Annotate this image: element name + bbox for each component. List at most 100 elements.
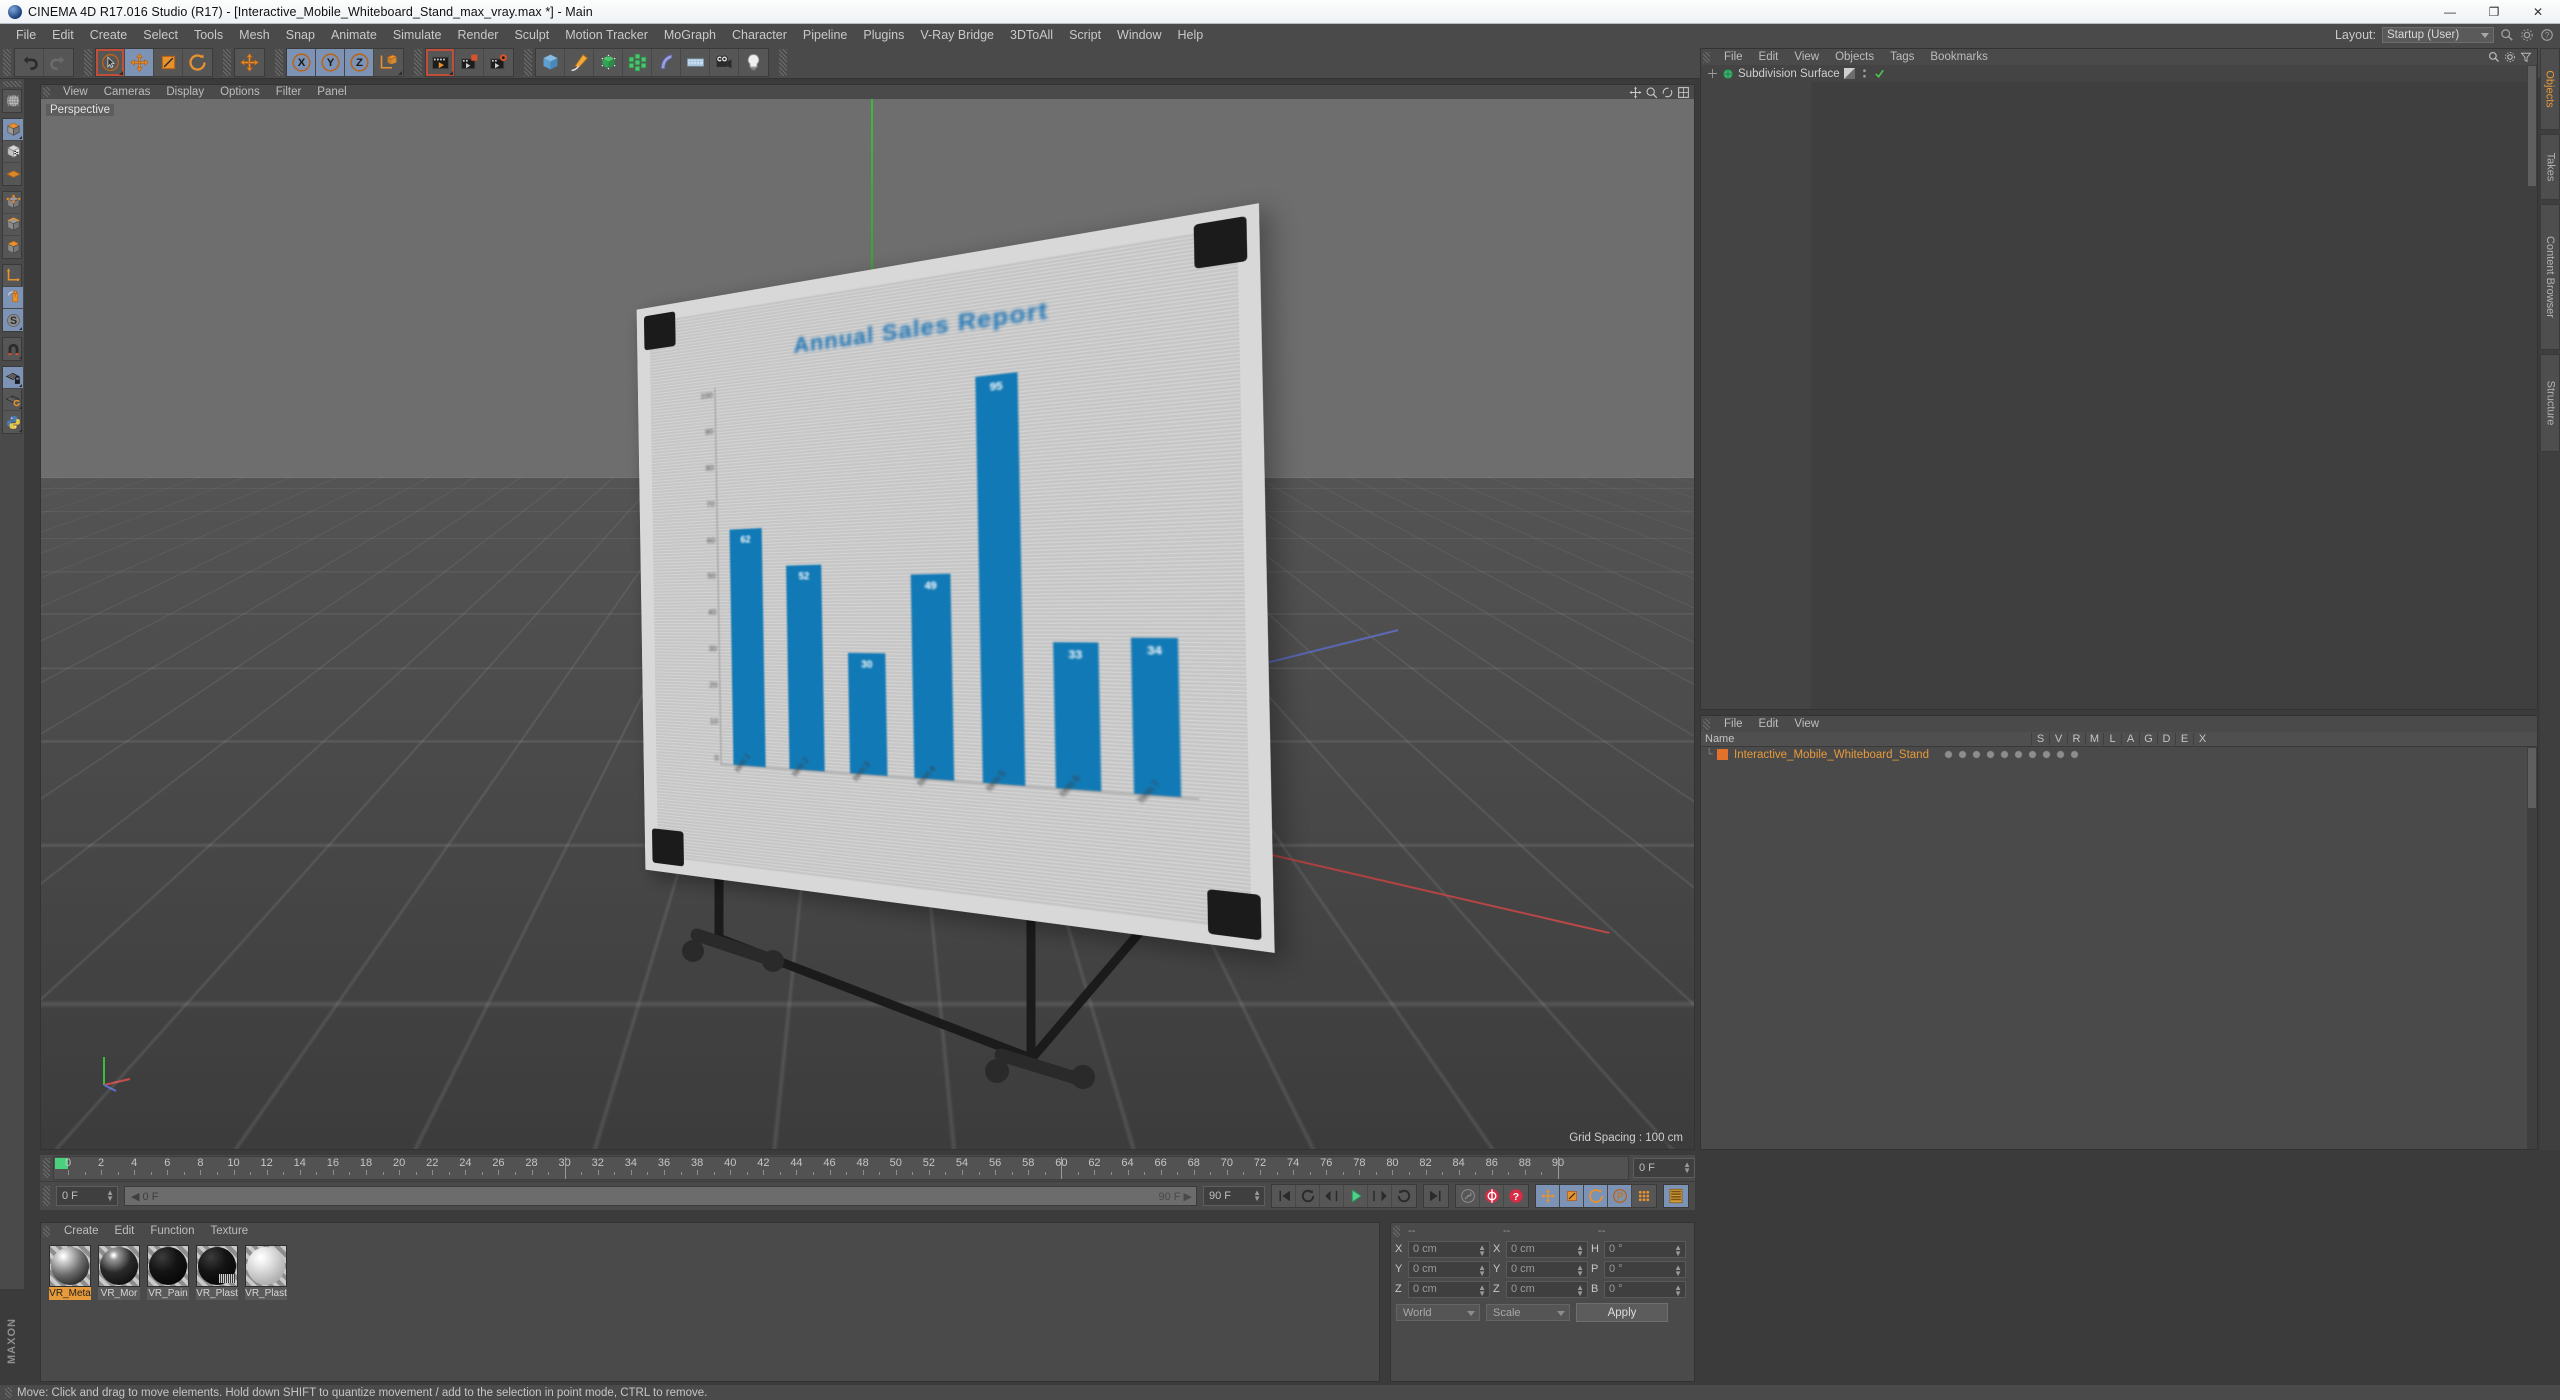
spinner-icon[interactable]: ▲ ▼	[1576, 1263, 1584, 1277]
object-menu-view[interactable]: View	[1786, 718, 1827, 730]
material-item[interactable]: VR_Mor	[98, 1245, 140, 1300]
attribute-menu-edit[interactable]: Edit	[1751, 51, 1787, 63]
camera-button[interactable]	[710, 48, 739, 76]
search-icon[interactable]	[2500, 28, 2514, 42]
attribute-menu-view[interactable]: View	[1786, 51, 1827, 63]
object-menu-file[interactable]: File	[1716, 718, 1751, 730]
spinner-icon[interactable]: ▲ ▼	[1576, 1283, 1584, 1297]
mode-toolbar-grip[interactable]	[3, 81, 21, 87]
spline-pen-button[interactable]	[565, 48, 594, 76]
menu-snap[interactable]: Snap	[278, 26, 323, 44]
toolbar-grip[interactable]	[414, 48, 422, 76]
side-tab-objects[interactable]: Objects	[2540, 48, 2560, 130]
array-button[interactable]	[623, 48, 652, 76]
menu-help[interactable]: Help	[1170, 26, 1212, 44]
viewport-menu-panel[interactable]: Panel	[309, 86, 354, 98]
play-reverse-button[interactable]	[1296, 1185, 1320, 1207]
render-tag-icon[interactable]	[1971, 749, 1982, 760]
menu-mesh[interactable]: Mesh	[231, 26, 278, 44]
menu-sculpt[interactable]: Sculpt	[506, 26, 557, 44]
apply-button[interactable]: Apply	[1576, 1303, 1668, 1322]
menu-v-ray-bridge[interactable]: V-Ray Bridge	[912, 26, 1002, 44]
x-axis-button[interactable]: X	[287, 48, 316, 76]
menu-window[interactable]: Window	[1109, 26, 1169, 44]
coordinate-rotation-input[interactable]: 0 ° ▲ ▼	[1604, 1240, 1686, 1258]
coordinate-size-input[interactable]: 0 cm ▲ ▼	[1506, 1280, 1588, 1298]
generator-button[interactable]	[594, 48, 623, 76]
timeline-grip[interactable]	[43, 1158, 50, 1178]
maximize-view-icon[interactable]	[1677, 86, 1690, 99]
object-axis-button[interactable]	[3, 265, 23, 287]
coordinate-system-dropdown[interactable]: World	[1396, 1304, 1480, 1321]
toolbar-grip[interactable]	[779, 48, 787, 76]
pan-view-icon[interactable]	[1629, 86, 1642, 99]
timeline-range-slider[interactable]: ◀ 0 F 90 F ▶	[124, 1186, 1197, 1206]
minimize-button[interactable]: —	[2428, 0, 2472, 24]
spinner-icon[interactable]: ▲ ▼	[1478, 1243, 1486, 1257]
world-coordinate-button[interactable]	[374, 49, 403, 76]
menu-script[interactable]: Script	[1061, 26, 1109, 44]
toolbar-grip[interactable]	[84, 48, 92, 76]
menu-3dtoall[interactable]: 3DToAll	[1002, 26, 1061, 44]
range-start-field[interactable]: 0 F ▲ ▼	[56, 1186, 118, 1206]
range-slider-left-handle[interactable]: ◀ 0 F	[131, 1190, 158, 1203]
viewport-menu-grip[interactable]	[43, 87, 50, 97]
spinner-icon[interactable]: ▲ ▼	[1478, 1283, 1486, 1297]
filter-icon[interactable]	[2520, 51, 2532, 63]
scale-key-button[interactable]	[1560, 1185, 1584, 1207]
rotate-view-icon[interactable]	[1661, 86, 1674, 99]
material-manager-grip[interactable]	[43, 1225, 50, 1237]
point-level-anim-button[interactable]	[1632, 1185, 1656, 1207]
coordinate-position-input[interactable]: 0 cm ▲ ▼	[1408, 1240, 1490, 1258]
python-button[interactable]	[3, 411, 23, 433]
material-menu-function[interactable]: Function	[142, 1225, 202, 1237]
timeline-button[interactable]	[1664, 1185, 1688, 1207]
deformer-button[interactable]	[652, 48, 681, 76]
gear-icon[interactable]	[2520, 28, 2534, 42]
display-tag-icon[interactable]	[1843, 68, 1855, 79]
menu-plugins[interactable]: Plugins	[855, 26, 912, 44]
om-column-e[interactable]: E	[2175, 733, 2193, 745]
prev-frame-button[interactable]	[1320, 1185, 1344, 1207]
check-icon[interactable]	[1874, 68, 1885, 79]
coordinate-size-input[interactable]: 0 cm ▲ ▼	[1506, 1260, 1588, 1278]
om-column-name[interactable]: Name	[1701, 733, 2031, 745]
material-item[interactable]: VR_Plast	[196, 1245, 238, 1300]
current-frame-field[interactable]: 0 F ▲ ▼	[1633, 1158, 1695, 1178]
compositing-tag-icon[interactable]	[2027, 749, 2038, 760]
menu-pipeline[interactable]: Pipeline	[795, 26, 855, 44]
menu-edit[interactable]: Edit	[44, 26, 82, 44]
move-button[interactable]	[125, 48, 154, 76]
om-column-l[interactable]: L	[2103, 733, 2121, 745]
om-column-a[interactable]: A	[2121, 733, 2139, 745]
rotation-key-button[interactable]	[1584, 1185, 1608, 1207]
whiteboard-panel[interactable]: Annual Sales Report 100 90 80 70 60 50 40 30 20 1…	[636, 203, 1275, 953]
menu-file[interactable]: File	[8, 26, 44, 44]
attribute-manager-grip[interactable]	[1703, 51, 1710, 63]
coordinate-position-input[interactable]: 0 cm ▲ ▼	[1408, 1260, 1490, 1278]
workplane-rotate-button[interactable]	[3, 389, 23, 411]
selection-lock-button[interactable]: S	[3, 309, 23, 331]
coordinate-position-input[interactable]: 0 cm ▲ ▼	[1408, 1280, 1490, 1298]
material-thumbnail[interactable]	[196, 1245, 238, 1287]
om-column-m[interactable]: M	[2085, 733, 2103, 745]
object-menu-edit[interactable]: Edit	[1751, 718, 1787, 730]
viewport-solo-button[interactable]	[3, 287, 23, 309]
menu-character[interactable]: Character	[724, 26, 795, 44]
light-button[interactable]	[739, 49, 768, 76]
menu-simulate[interactable]: Simulate	[385, 26, 450, 44]
attribute-menu-bookmarks[interactable]: Bookmarks	[1922, 51, 1996, 63]
key-selection-button[interactable]: ?	[1504, 1185, 1528, 1207]
live-selection-button[interactable]	[96, 48, 125, 76]
spinner-icon[interactable]: ▲ ▼	[1674, 1243, 1682, 1257]
unlock-tag-icon[interactable]	[1999, 749, 2010, 760]
connect-tag-icon[interactable]	[1985, 749, 1996, 760]
timeline-ruler[interactable]: 0246810121416182022242628303234363840424…	[53, 1156, 1629, 1180]
vray-tag-icon[interactable]	[2069, 749, 2080, 760]
material-menu-edit[interactable]: Edit	[107, 1225, 143, 1237]
scale-button[interactable]	[154, 48, 183, 76]
attribute-menu-tags[interactable]: Tags	[1882, 51, 1922, 63]
play-loop-button[interactable]	[1392, 1185, 1416, 1207]
play-forward-button[interactable]	[1344, 1185, 1368, 1207]
points-mode-button[interactable]	[3, 192, 23, 214]
